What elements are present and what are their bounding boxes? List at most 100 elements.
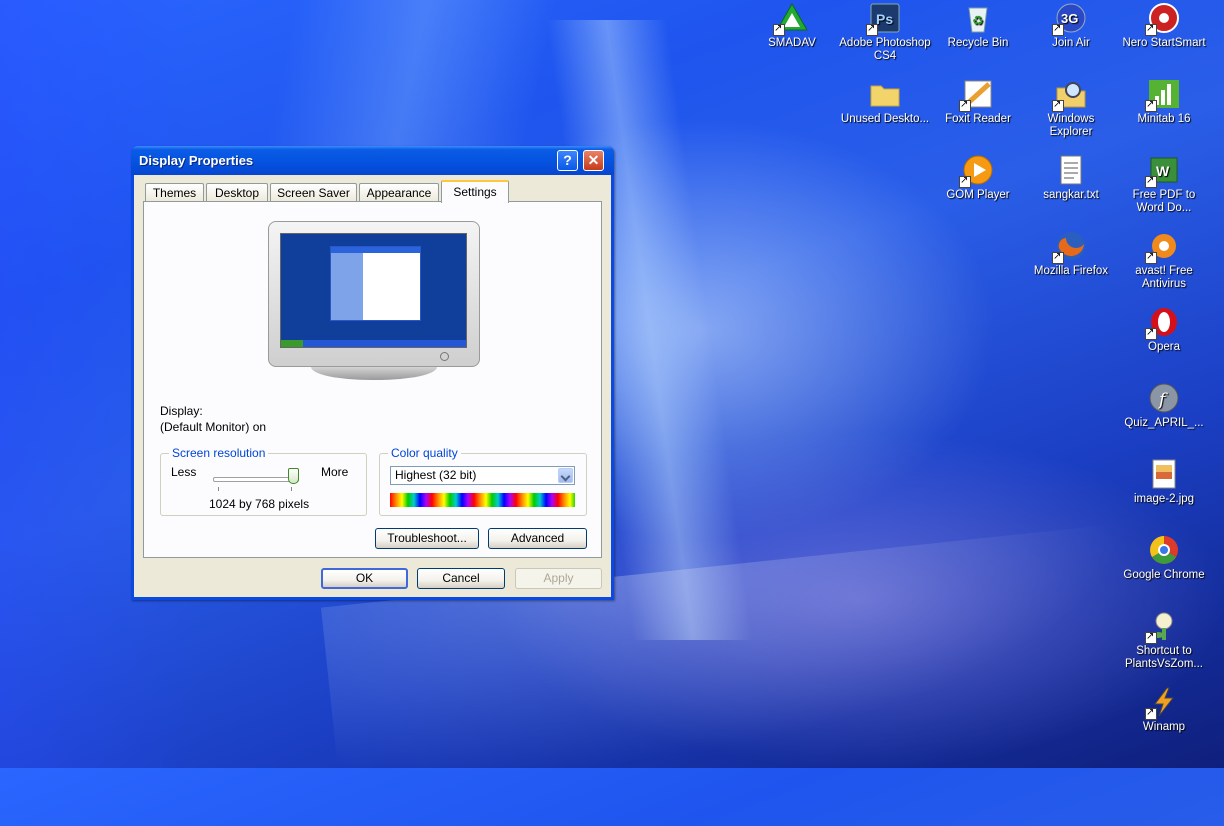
display-label: Display: [160, 404, 203, 418]
svg-text:W: W [1156, 163, 1170, 179]
desktop-icon-nero[interactable]: Nero StartSmart [1118, 2, 1210, 50]
desktop-icon-quiz-april[interactable]: f Quiz_APRIL_... [1118, 382, 1210, 430]
advanced-button[interactable]: Advanced [488, 528, 587, 549]
desktop-icon-foxit[interactable]: Foxit Reader [932, 78, 1024, 126]
desktop-icon-gom-player[interactable]: GOM Player [932, 154, 1024, 202]
svg-text:♻: ♻ [972, 13, 984, 28]
resolution-value: 1024 by 768 pixels [209, 497, 310, 511]
desktop-icon-photoshop[interactable]: Ps Adobe Photoshop CS4 [839, 2, 931, 63]
winamp-icon [1145, 686, 1181, 720]
ok-button[interactable]: OK [321, 568, 408, 589]
title-bar[interactable]: Display Properties ? ✕ [131, 146, 614, 175]
desktop-icon-label: Nero StartSmart [1122, 37, 1206, 49]
desktop-icon-avast[interactable]: avast! Free Antivirus [1118, 230, 1210, 291]
settings-panel: Display: (Default Monitor) on Screen res… [143, 201, 602, 558]
tab-appearance[interactable]: Appearance [359, 183, 439, 202]
resolution-slider-thumb[interactable] [287, 468, 299, 484]
recycle-bin-icon: ♻ [961, 2, 995, 34]
desktop-icon-google-chrome[interactable]: Google Chrome [1118, 534, 1210, 582]
desktop-icon-label: Windows Explorer [1047, 113, 1095, 138]
desktop-icon-label: SMADAV [768, 37, 816, 49]
desktop-icon-smadav[interactable]: SMADAV [746, 2, 838, 50]
avast-icon [1145, 230, 1181, 264]
desktop-icon-label: Quiz_APRIL_... [1124, 417, 1204, 429]
text-file-icon [1054, 154, 1088, 186]
desktop-icon-label: Winamp [1142, 721, 1186, 733]
desktop-icon-recycle-bin[interactable]: ♻ Recycle Bin [932, 2, 1024, 50]
desktop-icon-minitab[interactable]: Minitab 16 [1118, 78, 1210, 126]
foxit-reader-icon [959, 78, 995, 112]
resolution-slider-track[interactable] [213, 477, 299, 482]
desktop-icon-label: Minitab 16 [1137, 113, 1191, 125]
less-label: Less [171, 465, 197, 479]
desktop-icon-image-2-jpg[interactable]: image-2.jpg [1118, 458, 1210, 506]
more-label: More [321, 465, 349, 479]
desktop-icon-label: Mozilla Firefox [1033, 265, 1109, 277]
desktop-icon-plants-vs-zombies[interactable]: Shortcut to PlantsVsZom... [1118, 610, 1210, 671]
color-spectrum-bar [390, 493, 575, 507]
desktop-icon-firefox[interactable]: Mozilla Firefox [1025, 230, 1117, 278]
tab-settings[interactable]: Settings [441, 180, 509, 203]
pdf-to-word-icon: W [1145, 154, 1181, 188]
color-quality-title: Color quality [388, 446, 461, 460]
preview-taskbar [281, 340, 466, 347]
windows-explorer-icon [1052, 78, 1088, 112]
flash-file-icon: f [1147, 382, 1181, 414]
apply-button[interactable]: Apply [515, 568, 602, 589]
monitor-preview [268, 221, 480, 367]
desktop-icon-label: Join Air [1052, 37, 1090, 49]
monitor-power-icon [440, 352, 449, 361]
desktop-icon-label: Shortcut to PlantsVsZom... [1125, 645, 1203, 670]
firefox-icon [1052, 230, 1088, 264]
opera-icon [1145, 306, 1181, 340]
screen-resolution-title: Screen resolution [169, 446, 269, 460]
tab-desktop[interactable]: Desktop [206, 183, 268, 202]
desktop-icon-free-pdf-to-word[interactable]: W Free PDF to Word Do... [1118, 154, 1210, 215]
desktop-icon-label: Free PDF to Word Do... [1132, 189, 1196, 214]
minitab-icon [1145, 78, 1181, 112]
tab-screen-saver[interactable]: Screen Saver [270, 183, 357, 202]
desktop-icon-label: Adobe Photoshop CS4 [839, 37, 931, 62]
help-button[interactable]: ? [557, 150, 578, 171]
cancel-button[interactable]: Cancel [417, 568, 505, 589]
display-properties-dialog: Display Properties ? ✕ Themes Desktop Sc… [131, 146, 614, 600]
color-quality-value: Highest (32 bit) [395, 468, 477, 482]
desktop-icon-opera[interactable]: Opera [1118, 306, 1210, 354]
preview-window [330, 246, 421, 321]
close-button[interactable]: ✕ [583, 150, 604, 171]
preview-start-button [281, 340, 303, 347]
desktop-icon-label: avast! Free Antivirus [1135, 265, 1193, 290]
desktop-icon-unused-desktop[interactable]: Unused Deskto... [839, 78, 931, 126]
image-file-icon [1147, 458, 1181, 490]
desktop-icon-label: Foxit Reader [945, 113, 1011, 125]
folder-icon [868, 78, 902, 110]
tab-themes[interactable]: Themes [145, 183, 204, 202]
desktop-icon-label: sangkar.txt [1043, 189, 1099, 201]
svg-text:Ps: Ps [876, 11, 893, 27]
desktop-icon-windows-explorer[interactable]: Windows Explorer [1025, 78, 1117, 139]
dialog-title: Display Properties [139, 153, 254, 168]
color-quality-group: Color quality Highest (32 bit) [379, 446, 587, 516]
desktop-icon-label: Unused Deskto... [840, 113, 930, 125]
photoshop-icon: Ps [866, 2, 902, 36]
gom-player-icon [959, 154, 995, 188]
nero-icon [1145, 2, 1181, 36]
desktop-icon-label: GOM Player [946, 189, 1010, 201]
join-air-icon: 3G [1052, 2, 1088, 36]
chevron-down-icon[interactable] [558, 468, 573, 483]
desktop-icon-sangkar-txt[interactable]: sangkar.txt [1025, 154, 1117, 202]
display-value: (Default Monitor) on [160, 420, 267, 434]
troubleshoot-button[interactable]: Troubleshoot... [375, 528, 479, 549]
desktop-icon-label: Opera [1148, 341, 1180, 353]
desktop-icon-label: Google Chrome [1123, 569, 1205, 581]
slider-tick [291, 487, 292, 491]
plants-vs-zombies-icon [1145, 610, 1181, 644]
slider-tick [218, 487, 219, 491]
monitor-screen [280, 233, 467, 348]
color-quality-select[interactable]: Highest (32 bit) [390, 466, 575, 485]
desktop-icon-join-air[interactable]: 3G Join Air [1025, 2, 1117, 50]
screen-resolution-group: Screen resolution Less More 1024 by 768 … [160, 446, 367, 516]
desktop-icon-winamp[interactable]: Winamp [1118, 686, 1210, 734]
monitor-stand [311, 367, 437, 380]
desktop-icon-label: Recycle Bin [947, 37, 1009, 49]
